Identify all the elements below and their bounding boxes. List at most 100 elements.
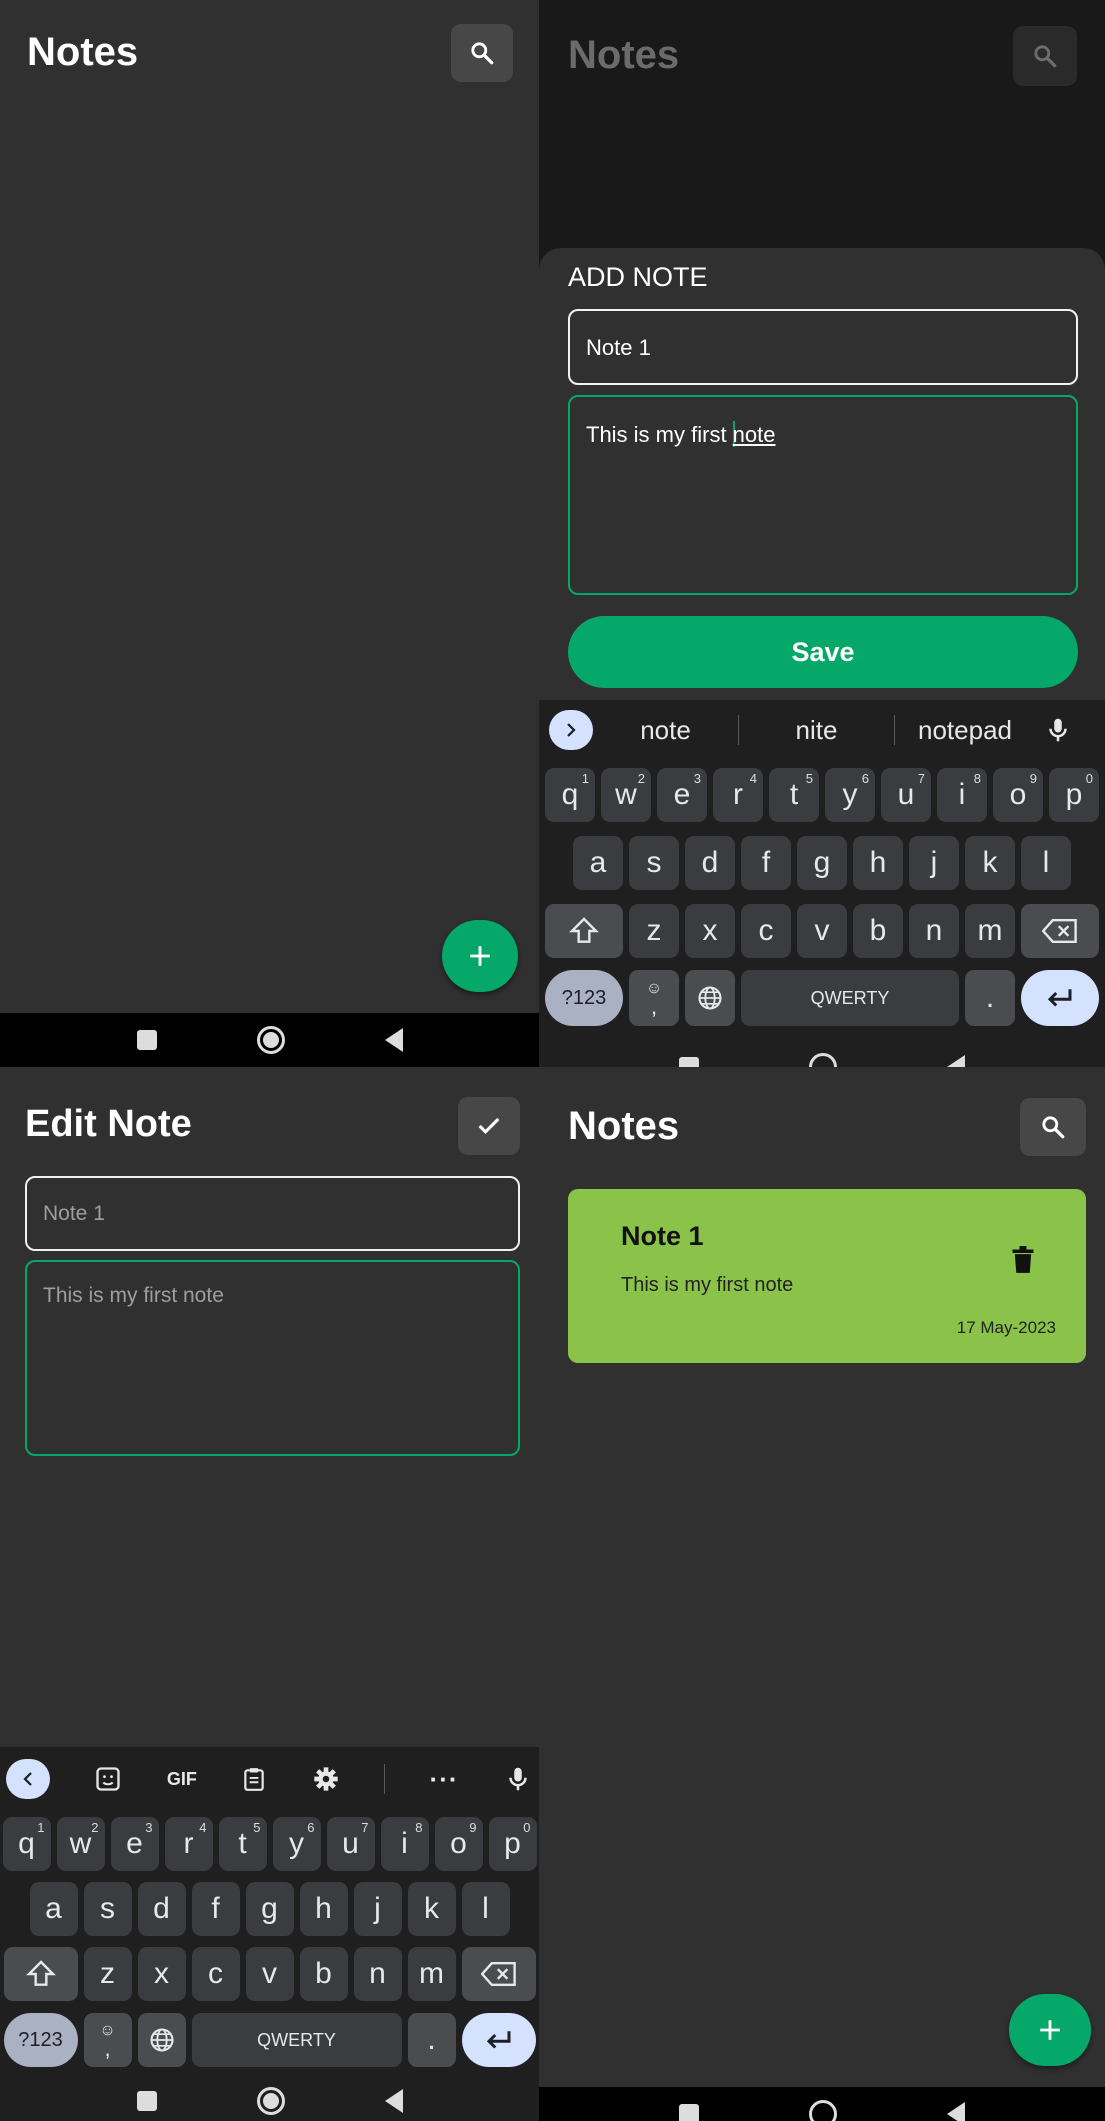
key-q[interactable]: q1	[545, 768, 595, 822]
key-d[interactable]: d	[685, 836, 735, 890]
clipboard-icon[interactable]	[241, 1765, 267, 1793]
key-t[interactable]: t5	[218, 1817, 267, 1871]
suggestion-3[interactable]: notepad	[895, 715, 1035, 746]
key-e[interactable]: e3	[657, 768, 707, 822]
gif-icon[interactable]: GIF	[167, 1769, 197, 1790]
recents-button[interactable]	[679, 1057, 699, 1067]
key-v[interactable]: v	[245, 1947, 294, 2001]
key-b[interactable]: b	[853, 904, 903, 958]
space-key[interactable]: QWERTY	[741, 970, 959, 1026]
key-r[interactable]: r4	[713, 768, 763, 822]
key-w[interactable]: w2	[601, 768, 651, 822]
emoji-comma-key[interactable]: ☺,	[629, 970, 679, 1026]
backspace-key[interactable]	[1021, 904, 1099, 958]
shift-key[interactable]	[545, 904, 623, 958]
key-l[interactable]: l	[1021, 836, 1071, 890]
period-key[interactable]: .	[965, 970, 1015, 1026]
symbols-key[interactable]: ?123	[3, 2013, 78, 2067]
mic-icon[interactable]	[1043, 715, 1073, 745]
key-x[interactable]: x	[685, 904, 735, 958]
recents-button[interactable]	[679, 2104, 699, 2121]
key-n[interactable]: n	[909, 904, 959, 958]
period-key[interactable]: .	[407, 2013, 456, 2067]
suggestion-1[interactable]: note	[593, 715, 738, 746]
mic-icon[interactable]	[503, 1764, 533, 1794]
shift-key[interactable]	[3, 1947, 78, 2001]
key-s[interactable]: s	[83, 1882, 132, 1936]
add-note-button[interactable]	[442, 920, 518, 992]
title-input[interactable]: Note 1	[25, 1176, 520, 1251]
key-a[interactable]: a	[573, 836, 623, 890]
back-button[interactable]	[384, 2089, 403, 2113]
key-g[interactable]: g	[245, 1882, 294, 1936]
key-u[interactable]: u7	[881, 768, 931, 822]
key-k[interactable]: k	[965, 836, 1015, 890]
key-l[interactable]: l	[461, 1882, 510, 1936]
key-a[interactable]: a	[29, 1882, 78, 1936]
symbols-key[interactable]: ?123	[545, 970, 623, 1026]
key-i[interactable]: i8	[937, 768, 987, 822]
note-card[interactable]: Note 1 This is my first note 17 May-2023	[568, 1189, 1086, 1363]
suggestion-2[interactable]: nite	[739, 715, 894, 746]
key-j[interactable]: j	[353, 1882, 402, 1936]
collapse-toolbar-button[interactable]	[6, 1759, 50, 1799]
language-key[interactable]	[137, 2013, 186, 2067]
key-e[interactable]: e3	[110, 1817, 159, 1871]
home-button[interactable]	[256, 2087, 285, 2115]
key-y[interactable]: y6	[825, 768, 875, 822]
recents-button[interactable]	[136, 2091, 157, 2111]
recents-button[interactable]	[136, 1030, 157, 1050]
key-i[interactable]: i8	[380, 1817, 429, 1871]
home-button[interactable]	[809, 1053, 837, 1067]
key-h[interactable]: h	[299, 1882, 348, 1936]
language-key[interactable]	[685, 970, 735, 1026]
home-button[interactable]	[809, 2100, 837, 2121]
key-u[interactable]: u7	[326, 1817, 375, 1871]
search-button[interactable]	[451, 24, 513, 82]
key-c[interactable]: c	[741, 904, 791, 958]
key-t[interactable]: t5	[769, 768, 819, 822]
key-g[interactable]: g	[797, 836, 847, 890]
key-v[interactable]: v	[797, 904, 847, 958]
back-button[interactable]	[947, 2102, 965, 2121]
key-y[interactable]: y6	[272, 1817, 321, 1871]
key-o[interactable]: o9	[434, 1817, 483, 1871]
gear-icon[interactable]	[312, 1765, 340, 1793]
more-icon[interactable]: ···	[430, 1764, 459, 1795]
sticker-icon[interactable]	[94, 1765, 122, 1793]
key-c[interactable]: c	[191, 1947, 240, 2001]
key-f[interactable]: f	[741, 836, 791, 890]
save-button[interactable]: Save	[568, 616, 1078, 688]
key-h[interactable]: h	[853, 836, 903, 890]
key-o[interactable]: o9	[993, 768, 1043, 822]
key-z[interactable]: z	[83, 1947, 132, 2001]
search-button[interactable]	[1013, 26, 1077, 86]
delete-button[interactable]	[1005, 1241, 1041, 1279]
home-button[interactable]	[256, 1026, 285, 1054]
search-button[interactable]	[1020, 1098, 1086, 1156]
key-j[interactable]: j	[909, 836, 959, 890]
key-q[interactable]: q1	[2, 1817, 51, 1871]
enter-key[interactable]	[461, 2013, 536, 2067]
enter-key[interactable]	[1021, 970, 1099, 1026]
key-p[interactable]: p0	[488, 1817, 537, 1871]
expand-toolbar-button[interactable]	[549, 710, 593, 750]
back-button[interactable]	[947, 1055, 965, 1067]
key-z[interactable]: z	[629, 904, 679, 958]
backspace-key[interactable]	[461, 1947, 536, 2001]
key-d[interactable]: d	[137, 1882, 186, 1936]
confirm-button[interactable]	[458, 1097, 520, 1155]
key-r[interactable]: r4	[164, 1817, 213, 1871]
space-key[interactable]: QWERTY	[191, 2013, 402, 2067]
key-m[interactable]: m	[965, 904, 1015, 958]
key-p[interactable]: p0	[1049, 768, 1099, 822]
key-w[interactable]: w2	[56, 1817, 105, 1871]
key-m[interactable]: m	[407, 1947, 456, 2001]
key-n[interactable]: n	[353, 1947, 402, 2001]
key-f[interactable]: f	[191, 1882, 240, 1936]
emoji-comma-key[interactable]: ☺,	[83, 2013, 132, 2067]
title-input[interactable]: Note 1	[568, 309, 1078, 385]
body-input[interactable]: This is my first note	[25, 1260, 520, 1456]
key-s[interactable]: s	[629, 836, 679, 890]
key-x[interactable]: x	[137, 1947, 186, 2001]
